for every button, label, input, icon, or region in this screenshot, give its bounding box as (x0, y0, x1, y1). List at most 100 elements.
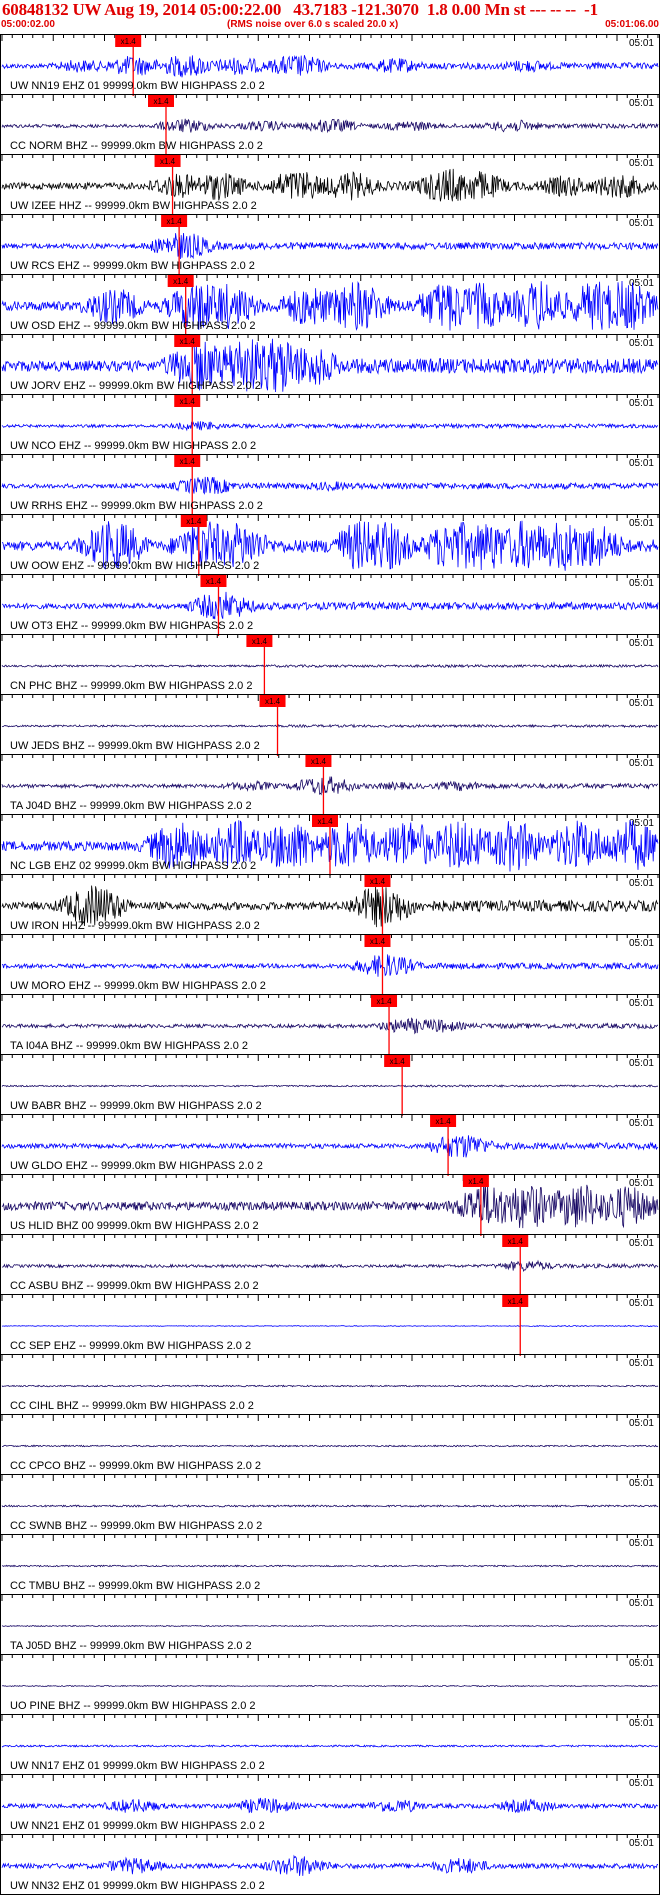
minute-label: 05:01 (629, 398, 654, 409)
pick-label: x1.4 (180, 337, 196, 346)
trace-panel: 05:01 x1.4 UW BABR BHZ -- 99999.0km BW HIG… (0, 1054, 660, 1116)
trace-panel: 05:01 x1.4 UW IZEE HHZ -- 99999.0km BW HIG… (0, 154, 660, 216)
minute-label: 05:01 (629, 158, 654, 169)
trace-panel: 05:01 x1.4 CC ASBU BHZ -- 99999.0km BW HIG… (0, 1234, 660, 1296)
trace-panel: 05:01 CC CIHL BHZ -- 99999.0km BW HIGHPAS… (0, 1354, 660, 1414)
channel-label: UW RRHS EHZ -- 99999.0km BW HIGHPASS 2.0… (10, 500, 263, 512)
waveform-trace (1, 954, 659, 977)
trace-panel: 05:01 CC CPCO BHZ -- 99999.0km BW HIGHPAS… (0, 1414, 660, 1474)
event-title: 60848132 UW Aug 19, 2014 05:00:22.00 43.… (2, 0, 598, 19)
rms-note: (RMS noise over 6.0 s scaled 20.0 x) (227, 19, 399, 30)
pick-label: x1.4 (508, 1297, 524, 1306)
trace-panel: 05:01 CC TMBU BHZ -- 99999.0km BW HIGHPAS… (0, 1534, 660, 1594)
trace-panel: 05:01 CC SWNB BHZ -- 99999.0km BW HIGHPAS… (0, 1474, 660, 1534)
waveform-trace (1, 1504, 659, 1508)
channel-label: NC LGB EHZ 02 99999.0km BW HIGHPASS 2.0 … (10, 860, 256, 872)
waveform-trace (1, 421, 659, 432)
start-time: 05:00:02.00 (1, 19, 55, 30)
pick-label: x1.4 (252, 637, 268, 646)
minute-label: 05:01 (629, 98, 654, 109)
channel-label: CC SEP EHZ -- 99999.0km BW HIGHPASS 2.0 … (10, 1340, 251, 1352)
seismogram-plot: 05:01 x1.4 UW NN19 EHZ 01 99999.0km BW HIG… (0, 34, 660, 1895)
minute-label: 05:01 (629, 1118, 654, 1129)
minute-label: 05:01 (629, 758, 654, 769)
channel-label: CC CIHL BHZ -- 99999.0km BW HIGHPASS 2.0… (10, 1400, 254, 1412)
minute-label: 05:01 (629, 1298, 654, 1309)
trace-panel: 05:01 x1.4 UW OT3 EHZ -- 99999.0km BW HIGH… (0, 574, 660, 636)
channel-label: UW NN17 EHZ 01 99999.0km BW HIGHPASS 2.0… (10, 1760, 265, 1772)
pick-label: x1.4 (468, 1177, 484, 1186)
trace-panel: 05:01 UO PINE BHZ -- 99999.0km BW HIGHPAS… (0, 1654, 660, 1714)
waveform-trace (1, 168, 659, 202)
waveform-trace (1, 1444, 659, 1448)
waveform-trace (1, 1084, 658, 1088)
pick-label: x1.4 (167, 217, 183, 226)
trace-panel: 05:01 UW NN21 EHZ 01 99999.0km BW HIGHPAS… (0, 1774, 660, 1834)
trace-panel: 05:01 x1.4 US HLID BHZ 00 99999.0km BW HIG… (0, 1174, 660, 1236)
minute-label: 05:01 (629, 1238, 654, 1249)
trace-panel: 05:01 x1.4 UW RRHS EHZ -- 99999.0km BW HIG… (0, 454, 660, 516)
trace-panel: 05:01 x1.4 CC SEP EHZ -- 99999.0km BW HIGH… (0, 1294, 660, 1356)
channel-label: UW IRON HHZ -- 99999.0km BW HIGHPASS 2.0… (10, 920, 260, 932)
minute-label: 05:01 (629, 998, 654, 1009)
channel-label: TA J05D BHZ -- 99999.0km BW HIGHPASS 2.0… (10, 1640, 252, 1652)
minute-label: 05:01 (629, 638, 654, 649)
minute-label: 05:01 (629, 1478, 654, 1489)
channel-label: UW MORO EHZ -- 99999.0km BW HIGHPASS 2.0… (10, 980, 266, 992)
channel-label: UW JORV EHZ -- 99999.0km BW HIGHPASS 2.0… (10, 380, 261, 392)
channel-label: CN PHC BHZ -- 99999.0km BW HIGHPASS 2.0 … (10, 680, 252, 692)
waveform-trace (1, 1624, 658, 1628)
trace-panel: 05:01 UW NN17 EHZ 01 99999.0km BW HIGHPAS… (0, 1714, 660, 1774)
channel-label: UW NCO EHZ -- 99999.0km BW HIGHPASS 2.0 … (10, 440, 256, 452)
waveform-trace (1, 1684, 659, 1688)
channel-label: UW NN21 EHZ 01 99999.0km BW HIGHPASS 2.0… (10, 1820, 265, 1832)
trace-panel: 05:01x1.4NC LGB EHZ 02 99999.0km BW HIGH… (0, 814, 660, 876)
pick-label: x1.4 (121, 37, 137, 46)
waveform-trace (1, 1564, 659, 1568)
channel-label: TA I04A BHZ -- 99999.0km BW HIGHPASS 2.0… (10, 1040, 248, 1052)
pick-label: x1.4 (186, 517, 202, 526)
minute-label: 05:01 (629, 1658, 654, 1669)
channel-label: CC CPCO BHZ -- 99999.0km BW HIGHPASS 2.0… (10, 1460, 261, 1472)
pick-label: x1.4 (311, 757, 327, 766)
minute-label: 05:01 (629, 698, 654, 709)
pick-label: x1.4 (390, 1057, 406, 1066)
channel-label: UW OT3 EHZ -- 99999.0km BW HIGHPASS 2.0 … (10, 620, 253, 632)
trace-panel: 05:01 x1.4 TA I04A BHZ -- 99999.0km BW HIG… (0, 994, 660, 1056)
pick-label: x1.4 (370, 937, 386, 946)
minute-label: 05:01 (629, 1838, 654, 1849)
channel-label: CC ASBU BHZ -- 99999.0km BW HIGHPASS 2.0… (10, 1280, 259, 1292)
waveform-trace (1, 1324, 659, 1328)
channel-label: UW BABR BHZ -- 99999.0km BW HIGHPASS 2.0… (10, 1100, 262, 1112)
minute-label: 05:01 (629, 458, 654, 469)
pick-label: x1.4 (180, 397, 196, 406)
waveform-trace (1, 591, 659, 620)
trace-panel: 05:01 TA J05D BHZ -- 99999.0km BW HIGHPAS… (0, 1594, 660, 1654)
minute-label: 05:01 (629, 1058, 654, 1069)
channel-label: US HLID BHZ 00 99999.0km BW HIGHPASS 2.0… (10, 1220, 259, 1232)
waveform-trace (1, 1854, 658, 1876)
pick-label: x1.4 (206, 577, 222, 586)
waveform-trace (1, 1744, 659, 1748)
waveform-trace (1, 232, 659, 260)
waveform-trace (1, 1384, 659, 1388)
plot-header: 60848132 UW Aug 19, 2014 05:00:22.00 43.… (0, 0, 660, 34)
trace-panel: 05:01x1.4UW OSD EHZ -- 99999.0km BW HIGH… (0, 274, 660, 336)
minute-label: 05:01 (629, 1418, 654, 1429)
waveform-trace (1, 1797, 659, 1814)
pick-label: x1.4 (173, 277, 189, 286)
channel-label: TA J04D BHZ -- 99999.0km BW HIGHPASS 2.0… (10, 800, 252, 812)
trace-panel: 05:01 x1.4 TA J04D BHZ -- 99999.0km BW HIG… (0, 754, 660, 816)
minute-label: 05:01 (629, 878, 654, 889)
channel-label: CC SWNB BHZ -- 99999.0km BW HIGHPASS 2.0… (10, 1520, 262, 1532)
minute-label: 05:01 (629, 338, 654, 349)
channel-label: UW RCS EHZ -- 99999.0km BW HIGHPASS 2.0 … (10, 260, 255, 272)
pick-label: x1.4 (153, 97, 169, 106)
minute-label: 05:01 (629, 938, 654, 949)
pick-label: x1.4 (508, 1237, 524, 1246)
trace-panel: 05:01 x1.4 UW RCS EHZ -- 99999.0km BW HIGH… (0, 214, 660, 276)
pick-label: x1.4 (160, 157, 176, 166)
trace-panel: 05:01 x1.4 CN PHC BHZ -- 99999.0km BW HIGH… (0, 634, 660, 696)
trace-panel: 05:01 x1.4 UW NCO EHZ -- 99999.0km BW HIGH… (0, 394, 660, 456)
minute-label: 05:01 (629, 518, 654, 529)
